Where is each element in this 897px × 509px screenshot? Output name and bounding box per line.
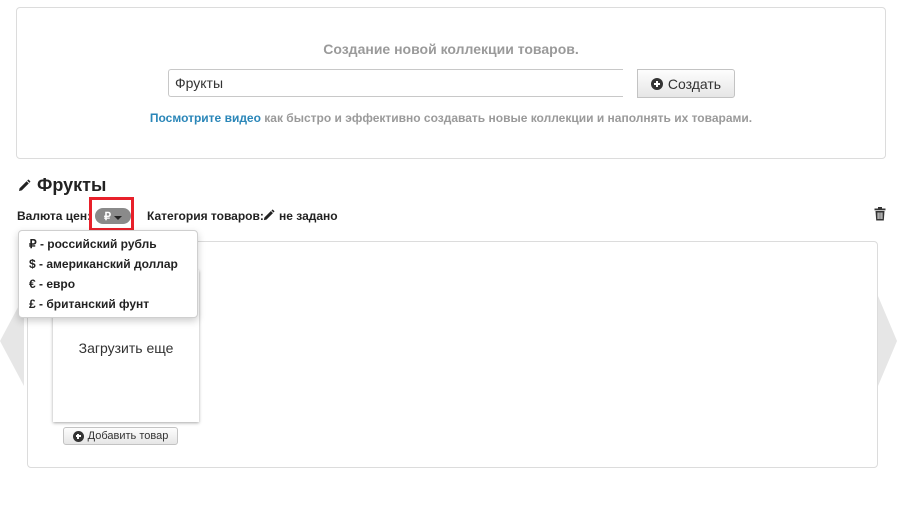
currency-option-usd[interactable]: $ - американский доллар [29,254,178,274]
currency-option-rub[interactable]: ₽ - российский рубль [29,234,157,254]
currency-option-symbol: € [29,277,36,291]
collection-name-input[interactable] [168,69,623,97]
currency-option-gbp[interactable]: £ - британский фунт [29,294,149,314]
load-more-label: Загрузить еще [78,340,174,356]
pencil-icon [19,179,31,191]
currency-option-symbol: £ [29,297,36,311]
watch-video-link[interactable]: Посмотрите видео [150,111,261,125]
create-button[interactable]: Создать [637,69,735,98]
video-hint: Посмотрите видео как быстро и эффективно… [17,111,885,125]
currency-option-symbol: $ [29,257,36,271]
currency-option-label: - британский фунт [35,297,150,311]
currency-option-eur[interactable]: € - евро [29,274,75,294]
plus-circle-icon [72,430,84,442]
scroll-right-arrow[interactable] [878,296,897,386]
currency-label: Валюта цен: [17,209,92,223]
currency-highlight-box [89,197,134,231]
video-hint-text: как быстро и эффективно создавать новые … [260,111,753,125]
pencil-icon[interactable] [262,209,275,222]
trash-icon[interactable] [874,207,886,221]
currency-option-label: - российский рубль [36,237,157,251]
collection-title[interactable]: Фрукты [17,175,106,196]
add-product-label: Добавить товар [87,430,169,442]
create-collection-panel: Создание новой коллекции товаров. Создат… [16,7,886,159]
currency-menu: ₽ - российский рубль $ - американский до… [18,230,198,318]
plus-circle-icon [650,77,663,90]
currency-option-label: - евро [35,277,76,291]
create-collection-title: Создание новой коллекции товаров. [323,41,579,57]
add-product-button[interactable]: Добавить товар [63,427,178,445]
collection-title-text: Фрукты [37,175,107,195]
category-label: Категория товаров: [147,209,264,223]
currency-option-symbol: ₽ [29,237,37,251]
create-button-label: Создать [667,75,722,92]
category-value[interactable]: не задано [279,209,338,223]
currency-option-label: - американский доллар [35,257,178,271]
